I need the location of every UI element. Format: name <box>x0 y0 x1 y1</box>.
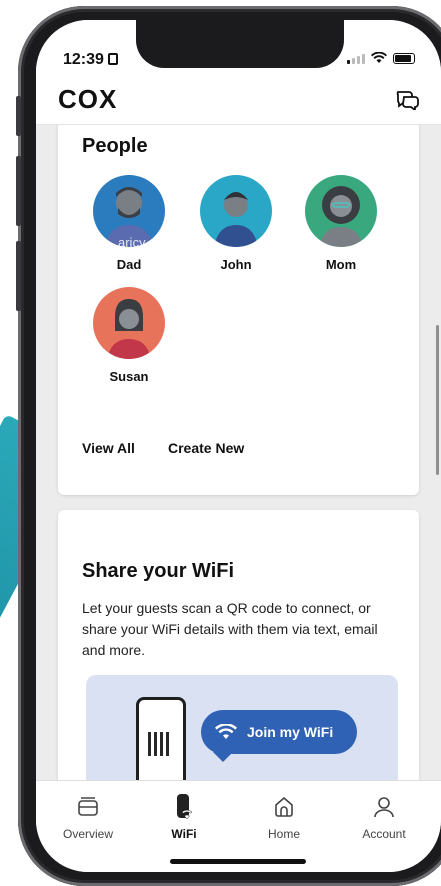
home-icon <box>275 797 293 817</box>
share-wifi-illustration[interactable]: Join my WiFi <box>86 675 398 780</box>
tab-label: Home <box>267 827 300 841</box>
account-icon <box>374 797 394 818</box>
sim-icon <box>107 53 118 65</box>
person-mom[interactable]: Mom <box>296 175 386 272</box>
tab-label: WiFi <box>171 827 197 841</box>
side-button <box>16 96 21 136</box>
person-name: John <box>220 257 252 272</box>
tab-label: Overview <box>62 827 113 841</box>
view-all-link[interactable]: View All <box>82 440 135 456</box>
content-scroll[interactable]: People Dad John Mom Susan aricy View All… <box>36 125 441 780</box>
signal-icon <box>347 54 365 64</box>
tab-account[interactable]: Account <box>344 791 424 841</box>
person-susan[interactable]: Susan <box>84 287 174 384</box>
person-name: Dad <box>116 257 142 272</box>
phone-screen: 12:39 COX People Dad John Mom Susan aric… <box>36 20 441 872</box>
battery-icon <box>393 53 415 64</box>
wifi-router-icon <box>177 794 193 820</box>
overview-icon <box>78 797 98 816</box>
join-wifi-bubble: Join my WiFi <box>201 710 357 762</box>
app-bar: COX <box>36 76 441 125</box>
share-wifi-card: Share your WiFi Let your guests scan a Q… <box>58 510 419 780</box>
qr-code-icon <box>148 732 172 756</box>
join-wifi-label: Join my WiFi <box>247 724 334 740</box>
share-wifi-title: Share your WiFi <box>82 560 235 582</box>
people-title: People <box>82 135 148 157</box>
avatar <box>93 287 165 359</box>
avatar <box>305 175 377 247</box>
status-time: 12:39 <box>63 51 118 69</box>
home-indicator[interactable] <box>170 859 306 864</box>
tab-overview[interactable]: Overview <box>48 791 128 841</box>
wifi-icon <box>215 724 237 739</box>
overlay-text: aricy <box>118 235 146 250</box>
create-new-link[interactable]: Create New <box>168 440 244 456</box>
bottom-tab-bar: Overview WiFi Home Account <box>36 780 441 872</box>
scrollbar[interactable] <box>436 325 439 475</box>
people-card: People Dad John Mom Susan aricy View All… <box>58 125 419 495</box>
person-name: Mom <box>325 257 357 272</box>
notch <box>136 20 344 68</box>
phone-illustration <box>136 697 186 780</box>
share-wifi-description: Let your guests scan a QR code to connec… <box>82 600 378 658</box>
volume-down-button <box>16 241 21 311</box>
tab-wifi[interactable]: WiFi <box>144 791 224 841</box>
volume-up-button <box>16 156 21 226</box>
avatar <box>200 175 272 247</box>
cox-logo: COX <box>58 84 118 114</box>
wifi-status-icon <box>371 52 387 63</box>
chat-icon[interactable] <box>395 88 419 110</box>
tab-label: Account <box>362 827 406 841</box>
person-dad[interactable]: Dad <box>84 175 174 272</box>
tab-home[interactable]: Home <box>244 791 324 841</box>
person-john[interactable]: John <box>191 175 281 272</box>
person-name: Susan <box>109 369 149 384</box>
